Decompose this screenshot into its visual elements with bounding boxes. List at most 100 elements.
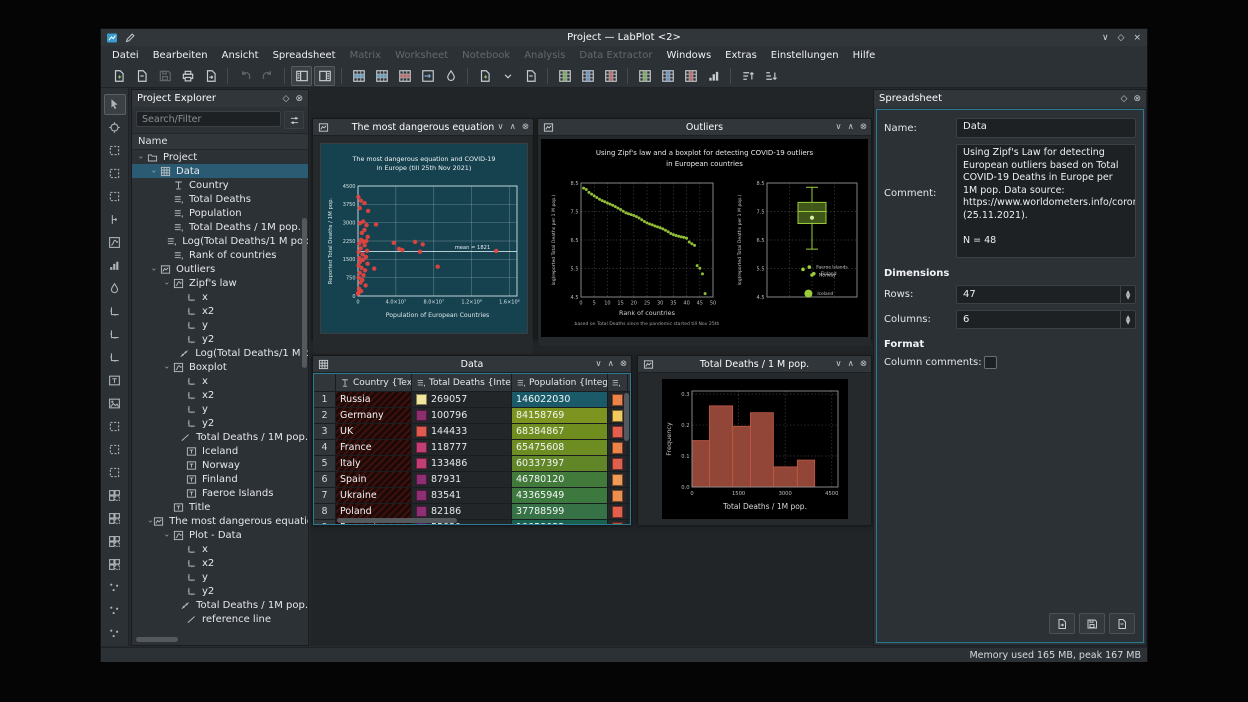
- toggle-project-explorer-button[interactable]: [291, 66, 312, 86]
- new-project-button[interactable]: [108, 66, 129, 86]
- open-project-button[interactable]: [131, 66, 152, 86]
- row-number[interactable]: 3: [314, 424, 336, 439]
- crosshair-mode-button[interactable]: [104, 117, 126, 138]
- column-header-2[interactable]: Total Deaths {Integer} [Y]: [412, 374, 512, 391]
- menu-bearbeiten[interactable]: Bearbeiten: [146, 48, 215, 63]
- search-input[interactable]: Search/Filter: [136, 111, 281, 127]
- layout-grid-1-button[interactable]: [104, 485, 126, 506]
- column-header-4[interactable]: [608, 374, 628, 391]
- tree-item-x2[interactable]: ›x2: [132, 556, 308, 570]
- tree-item-total-deaths[interactable]: ›Total Deaths: [132, 192, 308, 206]
- column-comments-checkbox[interactable]: [984, 356, 997, 369]
- menu-datei[interactable]: Datei: [105, 48, 146, 63]
- cell-color-tag[interactable]: [608, 440, 628, 455]
- tree-item-y2[interactable]: ›y2: [132, 584, 308, 598]
- print-preview-button[interactable]: [200, 66, 221, 86]
- tree-item-finland[interactable]: ›Finland: [132, 472, 308, 486]
- tree-item-y2[interactable]: ›y2: [132, 332, 308, 346]
- column-header-1[interactable]: Country {Text} [X]: [336, 374, 412, 391]
- maximize-button[interactable]: ◇: [1118, 33, 1125, 43]
- expander-icon[interactable]: ›: [163, 530, 172, 540]
- cell-total-deaths[interactable]: 83541: [412, 488, 512, 503]
- close-dock-icon[interactable]: ⊗: [295, 94, 303, 104]
- expander-icon[interactable]: ›: [150, 264, 159, 274]
- row-number[interactable]: 6: [314, 472, 336, 487]
- tree-item-norway[interactable]: ›Norway: [132, 458, 308, 472]
- text-label-tool-button[interactable]: [104, 370, 126, 391]
- subwindow-close-icon[interactable]: ⊗: [860, 122, 867, 132]
- spinbox-arrows-icon[interactable]: ▲▼: [1120, 311, 1135, 328]
- table-vertical-scrollbar[interactable]: [624, 393, 629, 441]
- tree-item-country[interactable]: ›Country: [132, 178, 308, 192]
- tree-item-x2[interactable]: ›x2: [132, 304, 308, 318]
- cell-color-tag[interactable]: [608, 504, 628, 519]
- float-dock-icon[interactable]: ◇: [1121, 94, 1128, 104]
- cell-total-deaths[interactable]: 144433: [412, 424, 512, 439]
- align-dots-2-button[interactable]: [104, 600, 126, 621]
- subwindow-restore-icon[interactable]: ∧: [608, 359, 614, 369]
- tree-item-title[interactable]: ›Title: [132, 500, 308, 514]
- float-dock-icon[interactable]: ◇: [283, 94, 290, 104]
- tree-horizontal-scrollbar[interactable]: [136, 637, 178, 642]
- menu-windows[interactable]: Windows: [660, 48, 719, 63]
- columns-spinbox[interactable]: 6 ▲▼: [956, 310, 1136, 329]
- tree-item-plot-data[interactable]: ›Plot - Data: [132, 528, 308, 542]
- properties-titlebar[interactable]: Spreadsheet ◇ ⊗: [874, 90, 1146, 107]
- remove-rows-button[interactable]: [394, 66, 415, 86]
- axis-tool-2-button[interactable]: [104, 324, 126, 345]
- comment-field[interactable]: Using Zipf's Law for detecting European …: [956, 144, 1136, 258]
- cell-country[interactable]: Spain: [336, 472, 412, 487]
- row-number[interactable]: 1: [314, 392, 336, 407]
- image-tool-button[interactable]: [104, 393, 126, 414]
- tree-vertical-scrollbar[interactable]: [302, 218, 307, 368]
- subwindow-close-icon[interactable]: ⊗: [522, 122, 529, 132]
- close-dock-icon[interactable]: ⊗: [1133, 94, 1141, 104]
- tree-item-y2[interactable]: ›y2: [132, 416, 308, 430]
- duplicate-button[interactable]: [520, 66, 541, 86]
- subwindow-restore-icon[interactable]: ∧: [510, 122, 516, 132]
- tree-item-x[interactable]: ›x: [132, 374, 308, 388]
- cell-population[interactable]: 60337397: [512, 456, 608, 471]
- layout-grid-3-button[interactable]: [104, 531, 126, 552]
- print-button[interactable]: [177, 66, 198, 86]
- cell-total-deaths[interactable]: 269057: [412, 392, 512, 407]
- tree-item-iceland[interactable]: ›Iceland: [132, 444, 308, 458]
- insert-column-left-button[interactable]: [554, 66, 575, 86]
- cell-color-tag[interactable]: [608, 488, 628, 503]
- expander-icon[interactable]: ›: [150, 166, 159, 176]
- tree-item-log-total-deaths-1-m-pop-[interactable]: ›Log(Total Deaths/1 M pop.): [132, 346, 308, 360]
- template-load-button[interactable]: [1049, 613, 1075, 634]
- cell-population[interactable]: 68384867: [512, 424, 608, 439]
- align-dots-1-button[interactable]: [104, 577, 126, 598]
- filter-options-button[interactable]: [284, 111, 304, 129]
- cell-country[interactable]: France: [336, 440, 412, 455]
- row-number[interactable]: 2: [314, 408, 336, 423]
- zoom-x-select-button[interactable]: [104, 163, 126, 184]
- remove-columns-button[interactable]: [600, 66, 621, 86]
- subwindow-restore-icon[interactable]: ∧: [848, 359, 854, 369]
- cell-country[interactable]: Ukraine: [336, 488, 412, 503]
- tree-item-y[interactable]: ›y: [132, 318, 308, 332]
- expander-icon[interactable]: ›: [146, 519, 155, 522]
- column-header-3[interactable]: Population {Integer} [Y]: [512, 374, 608, 391]
- tree-item-zipf-s-law[interactable]: ›Zipf's law: [132, 276, 308, 290]
- add-column-right-button[interactable]: [657, 66, 678, 86]
- cell-population[interactable]: 43365949: [512, 488, 608, 503]
- subwindow-close-icon[interactable]: ⊗: [860, 359, 867, 369]
- name-field[interactable]: Data: [956, 118, 1136, 138]
- cell-population[interactable]: 146022030: [512, 392, 608, 407]
- cell-total-deaths[interactable]: 82186: [412, 504, 512, 519]
- expander-icon[interactable]: ›: [163, 362, 172, 372]
- tree-item-total-deaths-1m-pop-[interactable]: ›Total Deaths / 1M pop.: [132, 598, 308, 612]
- window-titlebar[interactable]: Project — LabPlot <2> ∨ ◇ ×: [101, 29, 1147, 46]
- subwindow-minimize-icon[interactable]: ∨: [497, 122, 503, 132]
- rows-spinbox[interactable]: 47 ▲▼: [956, 285, 1136, 304]
- new-histogram-button[interactable]: [104, 255, 126, 276]
- go-to-cell-button[interactable]: [417, 66, 438, 86]
- subwindow-minimize-icon[interactable]: ∨: [835, 359, 841, 369]
- close-button[interactable]: ×: [1133, 33, 1141, 43]
- row-number[interactable]: 9: [314, 520, 336, 525]
- cell-total-deaths[interactable]: 100796: [412, 408, 512, 423]
- cell-total-deaths[interactable]: 133486: [412, 456, 512, 471]
- cell-country[interactable]: Germany: [336, 408, 412, 423]
